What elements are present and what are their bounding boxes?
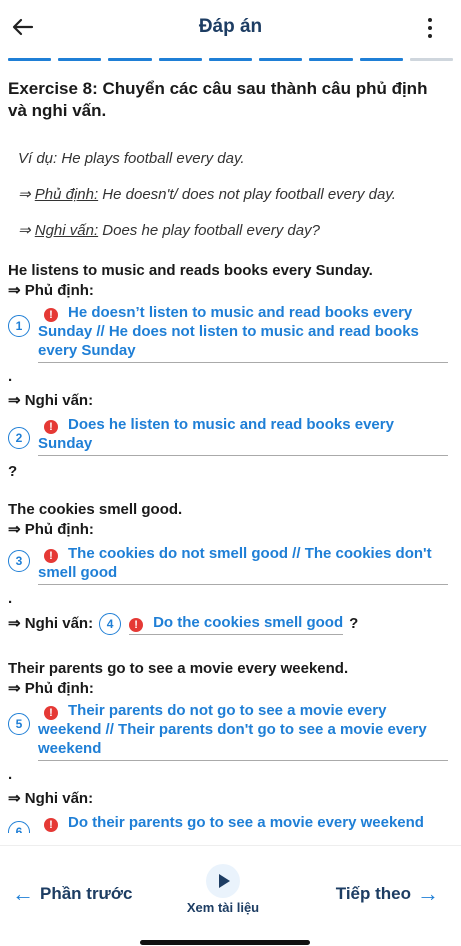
progress-segment (158, 58, 202, 61)
answer-trail: ? (8, 463, 18, 480)
question-label: ⇒ Nghi vấn: 4 ! Do the cookies smell good… (8, 613, 448, 635)
error-icon: ! (44, 818, 58, 832)
progress-segment (58, 58, 102, 61)
previous-button[interactable]: ← Phần trước (12, 881, 132, 907)
arrow-left-icon: ← (12, 881, 34, 906)
answer-number-badge: 3 (8, 550, 30, 572)
progress-bar (8, 58, 453, 61)
answer-text: ! Their parents do not go to see a movie … (38, 701, 448, 761)
progress-segment (309, 58, 353, 61)
more-vertical-icon[interactable] (427, 18, 433, 38)
negative-label: ⇒ Phủ định: (8, 680, 94, 697)
answer-number-badge: 6 (8, 821, 30, 833)
progress-segment (409, 58, 453, 61)
progress-segment (359, 58, 403, 61)
answer-number-badge: 5 (8, 713, 30, 735)
negative-label: ⇒ Phủ định: (8, 282, 94, 299)
progress-segment (259, 58, 303, 61)
arrow-right-icon: → (417, 881, 439, 906)
error-icon: ! (44, 706, 58, 720)
exercise-title: Exercise 8: Chuyển các câu sau thành câu… (8, 79, 428, 120)
material-label: Xem tài liệu (186, 900, 260, 915)
answer-text: ! Do their parents go to see a movie ever… (38, 813, 448, 833)
progress-segment (208, 58, 253, 61)
answer-text: ! The cookies do not smell good // The co… (38, 544, 448, 585)
error-icon: ! (129, 618, 144, 632)
question-sentence: Their parents go to see a movie every we… (8, 660, 349, 677)
progress-segment (8, 58, 52, 61)
answer-slot[interactable]: 5 ! Their parents do not go to see a movi… (8, 701, 448, 761)
app-header: Đáp án (0, 0, 461, 60)
progress-segment (108, 58, 152, 61)
example-block: Ví dụ: He plays football every day. ⇒ Ph… (18, 150, 448, 239)
error-icon: ! (44, 420, 58, 434)
answer-trail: . (8, 368, 13, 385)
answer-text: ! Does he listen to music and read books … (38, 415, 448, 456)
example-sentence: Ví dụ: He plays football every day. (18, 150, 245, 167)
answer-number-badge: 1 (8, 315, 30, 337)
negative-label: ⇒ Phủ định: (8, 521, 94, 538)
home-indicator (140, 940, 310, 945)
answer-trail: . (8, 766, 13, 783)
answer-slot[interactable]: ! Do the cookies smell good (129, 613, 344, 635)
answer-number-badge: 2 (8, 427, 30, 449)
question-sentence: The cookies smell good. (8, 501, 183, 518)
answer-trail: ? (349, 615, 359, 632)
exercise-content: Exercise 8: Chuyển các câu sau thành câu… (8, 72, 448, 833)
answer-slot[interactable]: 1 ! He doesn’t listen to music and read b… (8, 303, 448, 363)
example-negative: ⇒ Phủ định: He doesn't/ does not play fo… (18, 186, 396, 203)
answer-number-badge: 4 (99, 613, 122, 635)
question-label: ⇒ Nghi vấn: (8, 790, 94, 807)
answer-slot[interactable]: 3 ! The cookies do not smell good // The … (8, 544, 448, 585)
answer-trail: . (8, 590, 13, 607)
error-icon: ! (44, 308, 58, 322)
answer-slot[interactable]: 2 ! Does he listen to music and read book… (8, 415, 448, 456)
question-sentence: He listens to music and reads books ever… (8, 262, 373, 279)
bottom-navigation: ← Phần trước Xem tài liệu Tiếp theo → (0, 845, 461, 946)
play-icon (206, 864, 240, 898)
question-label: ⇒ Nghi vấn: (8, 392, 94, 409)
example-question: ⇒ Nghi vấn: Does he play football every … (18, 222, 320, 239)
error-icon: ! (44, 549, 58, 563)
next-button[interactable]: Tiếp theo → (336, 881, 439, 907)
answer-text: ! He doesn’t listen to music and read boo… (38, 303, 448, 363)
material-button[interactable]: Xem tài liệu (183, 864, 263, 915)
answer-slot[interactable]: 6 ! Do their parents go to see a movie ev… (8, 813, 448, 833)
page-title: Đáp án (198, 16, 263, 37)
